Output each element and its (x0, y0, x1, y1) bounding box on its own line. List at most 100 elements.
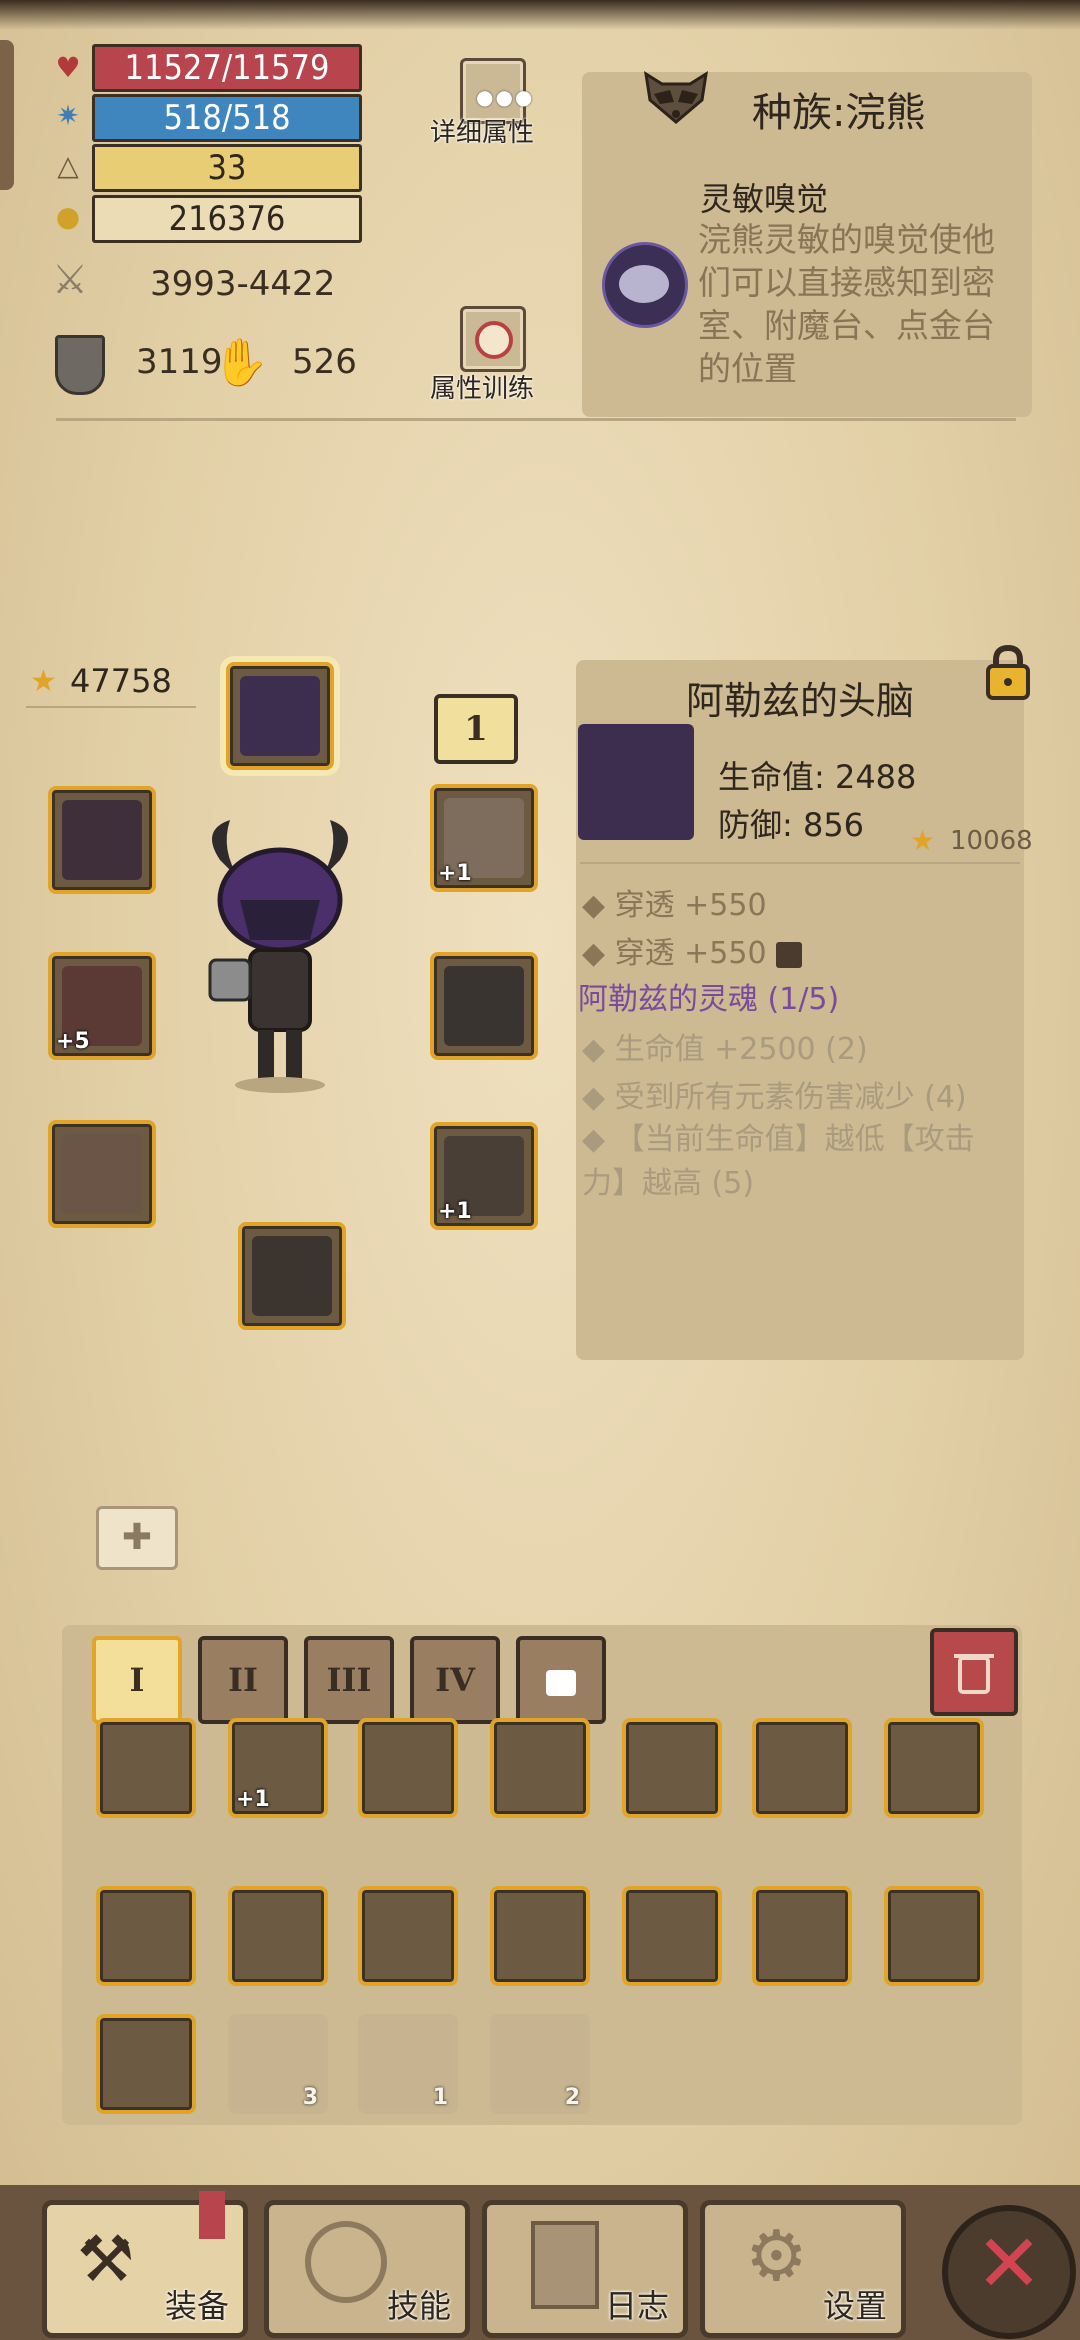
tab-4[interactable]: IV (410, 1636, 500, 1724)
item-defense: 防御: 856 (718, 806, 865, 844)
prop-2-row: ◆ 穿透 +550 (582, 928, 803, 972)
inv-material-web[interactable]: 3 (228, 2014, 328, 2114)
level-icon: △ (57, 149, 79, 182)
trash-button[interactable] (930, 1628, 1018, 1716)
gauntlet-icon (62, 1134, 142, 1214)
swords-icon: ⚔ (52, 257, 88, 303)
nav-equip-label: 装备 (164, 2287, 229, 2325)
character-avatar (180, 820, 380, 1100)
inv-item-unknown[interactable] (96, 1886, 196, 1986)
slot-gloves[interactable] (48, 1120, 156, 1228)
left-edge (0, 40, 14, 190)
inv-item-hat[interactable] (622, 1718, 722, 1818)
axe-nav-icon: ⚒ (77, 2223, 135, 2297)
nav-settings[interactable]: ⚙ 设置 (700, 2200, 906, 2338)
slot-boots[interactable] (238, 1222, 346, 1330)
attr-training-label: 属性训练 (430, 374, 535, 404)
tab-lock-icon (546, 1669, 576, 1696)
detail-attrs-label: 详细属性 (430, 118, 535, 148)
inv-item-chest[interactable] (228, 1886, 328, 1986)
set-bonus-2: 受到所有元素伤害减少 (4) (614, 1080, 967, 1115)
item-count: 2 (564, 2085, 580, 2110)
attr-training-button[interactable] (460, 306, 526, 372)
set-bonus-1: 生命值 +2500 (2) (614, 1032, 868, 1067)
top-divider (56, 418, 1016, 421)
hp-bar: 11527/11579 (92, 44, 362, 92)
power-divider (26, 706, 196, 708)
mp-bar: 518/518 (92, 94, 362, 142)
close-button[interactable]: ✕ (942, 2205, 1076, 2339)
necklace-icon (62, 800, 142, 880)
inv-item-ring[interactable] (96, 2014, 196, 2114)
item-divider (580, 862, 1020, 864)
inv-item-helmet[interactable]: +1 (228, 1718, 328, 1818)
level-bar: 33 (92, 144, 362, 192)
link-icon[interactable] (776, 941, 803, 968)
star-icon: ★ (30, 664, 57, 699)
helmet-icon (240, 676, 320, 756)
inv-item-unknown[interactable] (752, 1718, 852, 1818)
slot-amulet[interactable]: +1 (430, 784, 538, 892)
inv-item-unknown[interactable] (490, 1718, 590, 1818)
slot-helmet[interactable] (226, 662, 334, 770)
tab-2[interactable]: II (198, 1636, 288, 1724)
trait-description: 浣熊灵敏的嗅觉使他们可以直接感知到密室、附魔台、点金台的位置 (698, 220, 995, 388)
heart-icon: ♥ (55, 51, 81, 84)
set-bonus-2-row: ◆ 受到所有元素伤害减少 (4) (582, 1080, 967, 1115)
loadout-badge[interactable]: 1 (434, 694, 518, 764)
skills-icon (305, 2221, 387, 2303)
luck-value: 526 (292, 342, 357, 382)
inv-item-bracer[interactable] (884, 1886, 984, 1986)
slot-weapon[interactable]: +5 (48, 952, 156, 1060)
add-button[interactable]: ✚ (96, 1506, 178, 1570)
inv-item-bracer[interactable] (752, 1886, 852, 1986)
plus-label: +5 (56, 1029, 90, 1054)
trait-icon (602, 242, 688, 328)
gold-value: 216376 (168, 199, 286, 239)
trash-icon (954, 1654, 994, 1694)
inv-item-unknown[interactable] (358, 1718, 458, 1818)
inv-item-boots[interactable] (622, 1886, 722, 1986)
bookmark-icon (199, 2191, 225, 2239)
set-name: 阿勒兹的灵魂 (1/5) (578, 982, 840, 1017)
mana-icon: ✷ (56, 99, 80, 132)
set-bonus-3: 【当前生命值】越低【攻击力】越高 (5) (582, 1122, 975, 1201)
plus-label: +1 (236, 1787, 270, 1812)
close-icon: ✕ (975, 2217, 1043, 2310)
inv-item-unknown[interactable] (884, 1718, 984, 1818)
gold-bar: 216376 (92, 195, 362, 243)
defense-value: 3119 (136, 342, 223, 382)
item-hp: 生命值: 2488 (718, 758, 917, 796)
tab-locked[interactable] (516, 1636, 606, 1724)
slot-necklace[interactable] (48, 786, 156, 894)
item-name: 阿勒兹的头脑 (685, 679, 914, 723)
item-count: 1 (432, 2085, 448, 2110)
top-shadow (0, 0, 1080, 30)
boots-icon (252, 1236, 332, 1316)
raccoon-icon (640, 70, 712, 126)
tab-3[interactable]: III (304, 1636, 394, 1724)
item-power: 10068 (950, 826, 1033, 856)
nav-log[interactable]: 日志 (482, 2200, 688, 2338)
inv-item-staff[interactable] (96, 1718, 196, 1818)
log-icon (531, 2221, 599, 2309)
race-title: 种族:浣熊 (752, 90, 926, 136)
inv-material-seeds[interactable]: 1 (358, 2014, 458, 2114)
tab-1[interactable]: I (92, 1636, 182, 1724)
slot-pants[interactable]: +1 (430, 1122, 538, 1230)
nav-log-label: 日志 (604, 2287, 669, 2325)
inv-item-crystal[interactable] (490, 1886, 590, 1986)
nav-equip[interactable]: ⚒ 装备 (42, 2191, 248, 2338)
target-icon (475, 321, 513, 359)
plus-label: +1 (438, 1199, 472, 1224)
set-bonus-3-row: ◆ 【当前生命值】越低【攻击力】越高 (5) (582, 1122, 975, 1201)
inv-material-scraps[interactable]: 2 (490, 2014, 590, 2114)
nav-skills[interactable]: 技能 (264, 2200, 470, 2338)
plus-label: +1 (438, 861, 472, 886)
trait-name: 灵敏嗅觉 (700, 180, 829, 218)
inv-item-pants[interactable] (358, 1886, 458, 1986)
slot-armor[interactable] (430, 952, 538, 1060)
trait-icon-face (619, 265, 669, 303)
prop-1-row: ◆ 穿透 +550 (582, 888, 767, 923)
item-icon (578, 724, 694, 840)
